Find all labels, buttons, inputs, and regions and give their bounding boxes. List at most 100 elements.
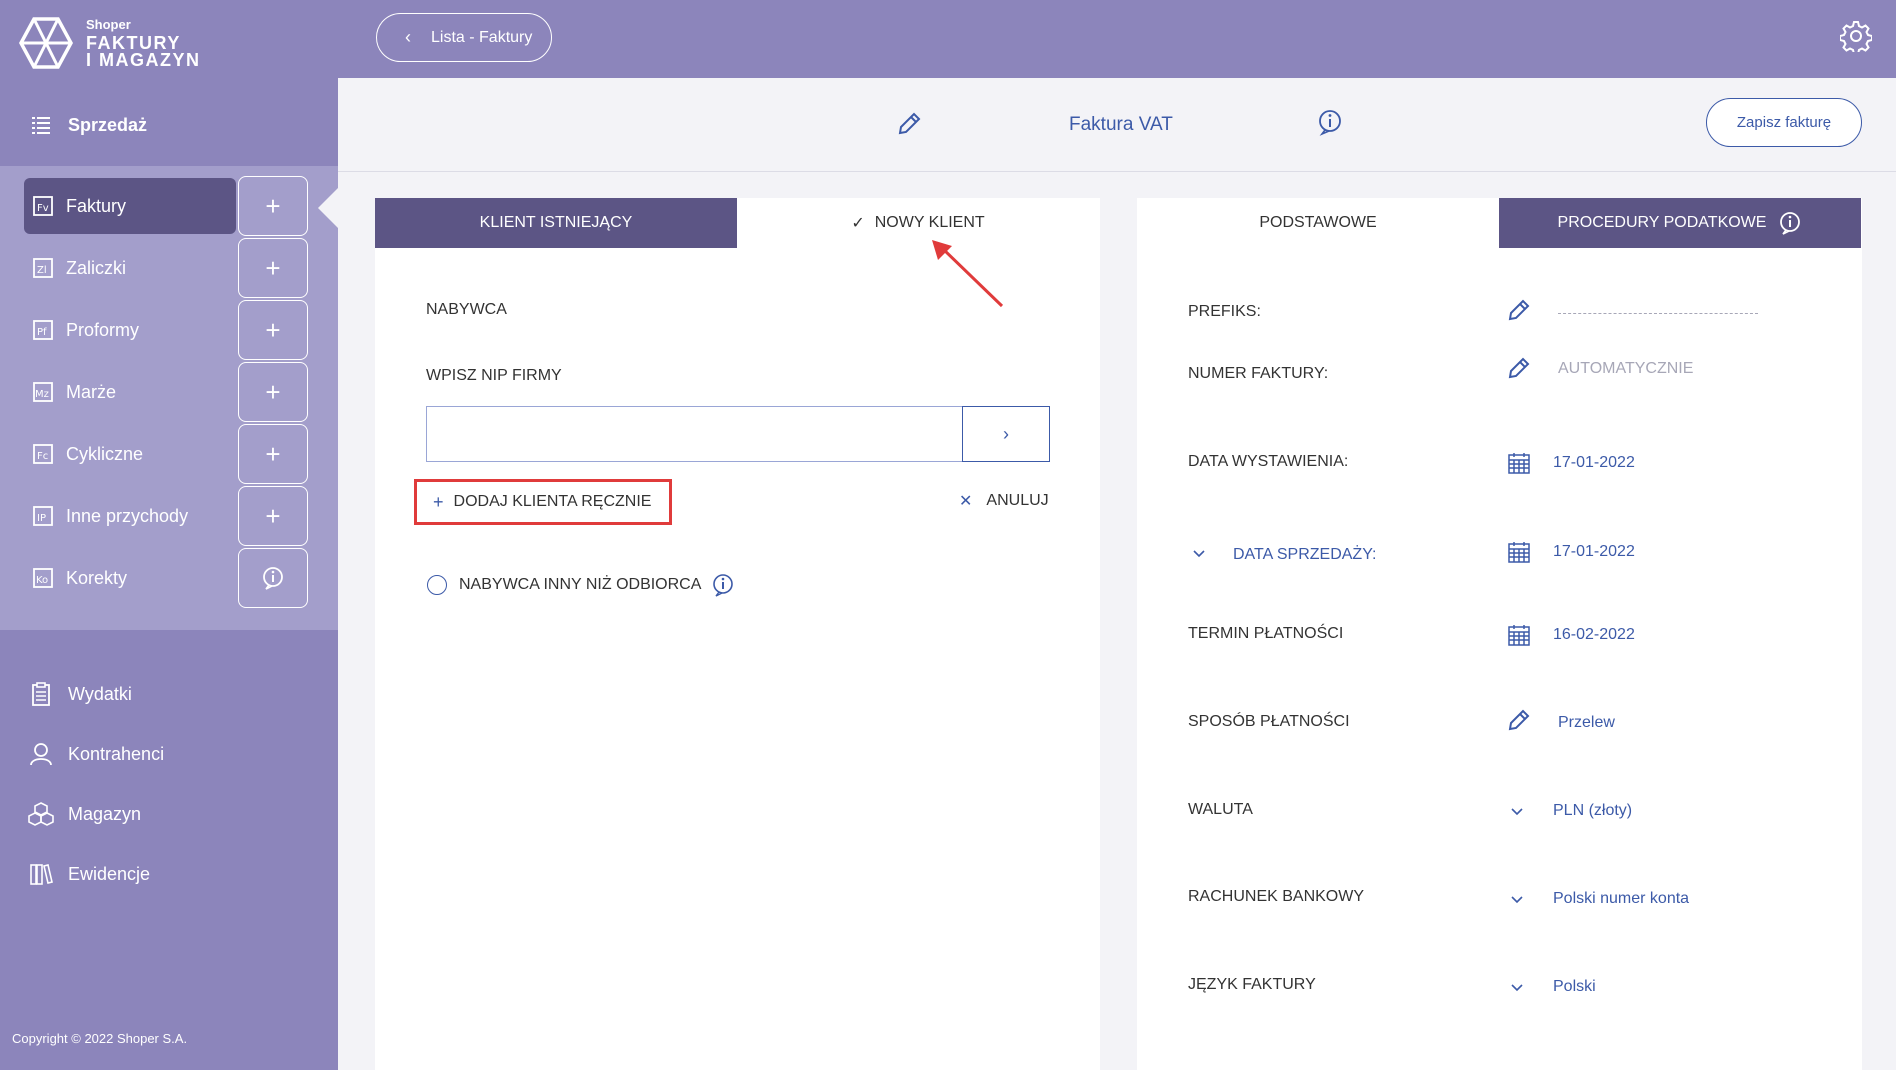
nip-label: WPISZ NIP FIRMY (426, 367, 562, 384)
tab-existing-client[interactable]: KLIENT ISTNIEJĄCY (375, 198, 737, 248)
due-date-value[interactable]: 16-02-2022 (1553, 626, 1635, 644)
pencil-icon[interactable] (1507, 356, 1531, 380)
sidebar-item-cykliczne[interactable]: Fc Cykliczne (24, 426, 236, 482)
brand-small: Shoper (86, 16, 131, 32)
sidebar-item-label: Magazyn (68, 803, 142, 824)
boxes-icon (28, 802, 54, 826)
chevron-left-icon: ‹ (405, 27, 411, 47)
section-label: Sprzedaż (68, 114, 148, 135)
info-icon[interactable] (1316, 108, 1344, 136)
tab-new-client[interactable]: ✓ NOWY KLIENT (737, 198, 1099, 248)
document-mz-icon: Mz (33, 382, 53, 402)
buyer-label: NABYWCA (426, 301, 507, 318)
annotation-arrow-icon (932, 240, 1004, 308)
payment-method-value[interactable]: Przelew (1558, 714, 1615, 732)
info-icon[interactable] (1778, 211, 1802, 235)
invoice-language-label: JĘZYK FAKTURY (1188, 976, 1316, 993)
invoice-language-select[interactable]: Polski (1553, 978, 1596, 996)
close-icon: ✕ (959, 493, 973, 510)
svg-text:Zl: Zl (37, 265, 47, 276)
issue-date-value[interactable]: 17-01-2022 (1553, 454, 1635, 472)
due-date-label: TERMIN PŁATNOŚCI (1188, 625, 1344, 642)
logo-icon (19, 17, 73, 69)
chevron-right-icon: › (1003, 423, 1009, 444)
add-zaliczka-button[interactable]: + (238, 238, 308, 298)
prefix-field[interactable] (1558, 313, 1758, 314)
save-invoice-button[interactable]: Zapisz fakturę (1706, 98, 1862, 147)
app-logo[interactable]: Shoper FAKTURY I MAGAZYN (18, 16, 201, 70)
chevron-down-icon[interactable] (1510, 893, 1524, 907)
document-ko-icon: Ko (33, 568, 53, 588)
add-marza-button[interactable]: + (238, 362, 308, 422)
other-recipient-option[interactable]: NABYWCA INNY NIŻ ODBIORCA (427, 573, 735, 597)
nav-row-marze: Mz Marże + (24, 362, 308, 422)
plus-icon: + (433, 491, 444, 512)
back-to-list-button[interactable]: ‹ Lista - Faktury (376, 13, 552, 62)
sidebar-item-inne-przychody[interactable]: IP Inne przychody (24, 488, 236, 544)
add-cykliczna-button[interactable]: + (238, 424, 308, 484)
chevron-down-icon[interactable] (1192, 547, 1206, 561)
nav-row-zaliczki: Zl Zaliczki + (24, 238, 308, 298)
clipboard-icon (32, 682, 50, 706)
korekty-info-button[interactable] (238, 548, 308, 608)
pencil-icon[interactable] (1507, 708, 1531, 732)
topbar: ‹ Lista - Faktury (338, 0, 1896, 78)
sidebar-item-proformy[interactable]: Pf Proformy (24, 302, 236, 358)
invoice-number-value: AUTOMATYCZNIE (1558, 360, 1694, 377)
calendar-icon[interactable] (1507, 540, 1531, 564)
copyright: Copyright © 2022 Shoper S.A. (12, 1031, 188, 1046)
tab-new-client-label: NOWY KLIENT (874, 214, 985, 231)
sale-date-label[interactable]: DATA SPRZEDAŻY: (1233, 546, 1376, 564)
cancel-button[interactable]: ✕ ANULUJ (959, 491, 1049, 511)
sidebar-item-wydatki[interactable]: Wydatki (0, 669, 338, 719)
add-faktura-button[interactable]: + (238, 176, 308, 236)
chevron-down-icon[interactable] (1510, 805, 1524, 819)
document-fc-icon: Fc (33, 444, 53, 464)
bank-account-label: RACHUNEK BANKOWY (1188, 888, 1365, 905)
sidebar: Shoper FAKTURY I MAGAZYN Sprzedaż Fv Fak… (0, 0, 338, 1070)
sidebar-item-faktury[interactable]: Fv Faktury (24, 178, 236, 234)
sidebar-item-marze[interactable]: Mz Marże (24, 364, 236, 420)
document-zl-icon: Zl (33, 258, 53, 278)
chevron-down-icon[interactable] (1510, 981, 1524, 995)
issue-date-label: DATA WYSTAWIENIA: (1188, 453, 1349, 470)
sidebar-item-ewidencje[interactable]: Ewidencje (0, 849, 338, 899)
gear-icon[interactable] (1840, 20, 1872, 52)
document-pf-icon: Pf (33, 320, 53, 340)
check-icon: ✓ (851, 215, 865, 232)
document-ip-icon: IP (33, 506, 53, 526)
add-inny-przychod-button[interactable]: + (238, 486, 308, 546)
svg-text:Fc: Fc (37, 451, 48, 462)
pencil-icon[interactable] (896, 111, 922, 137)
sidebar-item-label: Korekty (66, 567, 128, 588)
tab-basic[interactable]: PODSTAWOWE (1137, 198, 1499, 248)
pencil-icon[interactable] (1507, 298, 1531, 322)
sidebar-item-kontrahenci[interactable]: Kontrahenci (0, 729, 338, 779)
calendar-icon[interactable] (1507, 451, 1531, 475)
currency-select[interactable]: PLN (złoty) (1553, 802, 1632, 820)
svg-text:Mz: Mz (35, 389, 49, 400)
section-sprzedaz[interactable]: Sprzedaż (0, 96, 338, 154)
calendar-icon[interactable] (1507, 623, 1531, 647)
active-pointer (318, 188, 338, 228)
sidebar-item-magazyn[interactable]: Magazyn (0, 789, 338, 839)
nav-row-cykliczne: Fc Cykliczne + (24, 424, 308, 484)
info-icon[interactable] (711, 573, 735, 597)
nip-search-button[interactable]: › (962, 406, 1050, 462)
currency-label: WALUTA (1188, 801, 1253, 818)
other-recipient-radio[interactable] (427, 575, 447, 595)
bank-account-select[interactable]: Polski numer konta (1553, 890, 1689, 908)
sidebar-item-label: Inne przychody (66, 505, 189, 526)
sidebar-item-zaliczki[interactable]: Zl Zaliczki (24, 240, 236, 296)
add-client-manually-button[interactable]: + DODAJ KLIENTA RĘCZNIE (414, 479, 672, 525)
sidebar-item-label: Zaliczki (66, 257, 127, 278)
sale-date-value[interactable]: 17-01-2022 (1553, 543, 1635, 561)
sidebar-item-korekty[interactable]: Ko Korekty (24, 550, 236, 606)
client-card: KLIENT ISTNIEJĄCY ✓ NOWY KLIENT NABYWCA … (375, 198, 1100, 1070)
tab-tax-procedures[interactable]: PROCEDURY PODATKOWE (1499, 198, 1861, 248)
sidebar-item-label: Kontrahenci (68, 743, 165, 764)
add-proforma-button[interactable]: + (238, 300, 308, 360)
back-label: Lista - Faktury (431, 28, 533, 46)
sidebar-item-label: Cykliczne (66, 443, 144, 464)
nip-input[interactable] (426, 406, 962, 462)
